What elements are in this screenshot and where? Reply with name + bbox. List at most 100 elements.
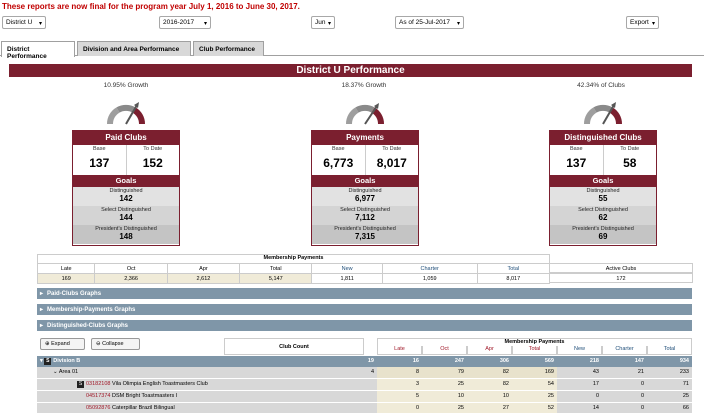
club-id-link[interactable]: 05092876 (86, 405, 110, 411)
goal-label: Select Distinguished (578, 207, 628, 213)
cell-club-count: 19 (367, 358, 374, 364)
cell-charter: 0 (640, 381, 644, 387)
chevron-down-icon[interactable]: ▾ (40, 358, 43, 364)
cell-grand-total: 66 (682, 405, 689, 411)
cell-charter: 0 (640, 393, 644, 399)
value-late: 169 (36, 273, 96, 284)
paid-clubs-gauge-icon (106, 102, 146, 125)
section-label: Membership-Payments Graphs (47, 307, 136, 313)
value-new: 1,811 (311, 273, 383, 284)
goal-value: 6,977 (354, 194, 376, 203)
distinguished-clubs-graphs-toggle[interactable]: ▸ Distinguished-Clubs Graphs (37, 320, 692, 331)
export-select[interactable]: Export ▾ (626, 16, 659, 29)
year-select[interactable]: 2016-2017 ▾ (159, 16, 211, 29)
tab-club-performance[interactable]: Club Performance (193, 41, 264, 56)
cell-apr: 306 (499, 358, 509, 364)
grid-membership-header: Membership Payments Late Oct Apr Total N… (377, 338, 692, 355)
final-report-notice: These reports are now final for the prog… (2, 2, 300, 11)
club-name: Caterpillar Brazil Bilingual (112, 405, 175, 411)
goal-label: Distinguished (586, 188, 620, 194)
goal-label: President's Distinguished (334, 226, 396, 232)
todate-value: 8,017 (376, 156, 407, 170)
card-title: Paid Clubs (73, 131, 179, 145)
area-name: Area 01 (58, 369, 79, 375)
expand-button[interactable]: ⊕ Expand (40, 338, 85, 350)
grid-col-oct: Oct (422, 346, 467, 355)
cell-apr: 27 (467, 403, 512, 413)
goal-label: Select Distinguished (340, 207, 390, 213)
base-label: Base (569, 146, 583, 152)
grid-col-charter: Charter (602, 346, 647, 355)
cell-new: 218 (589, 358, 599, 364)
club-name: Vila Olimpia English Toastmasters Club (112, 381, 208, 387)
club-id-link[interactable]: 03182108 (86, 381, 110, 387)
division-row[interactable]: ▾ S Division B 19 16 247 306 569 218 147 … (37, 356, 692, 367)
col-header-total: Total (239, 263, 313, 274)
cell-charter: 0 (640, 405, 644, 411)
cell-late: 16 (412, 358, 419, 364)
goal-label: Select Distinguished (101, 207, 151, 213)
todate-label: To Date (382, 146, 402, 152)
status-badge: S (77, 381, 84, 388)
district-select-value: District U (6, 19, 33, 26)
cell-new: 17 (592, 381, 599, 387)
cell-oct: 247 (454, 358, 464, 364)
goal-label: President's Distinguished (95, 226, 157, 232)
page-title: District U Performance (9, 64, 692, 77)
membership-payments-title: Membership Payments (37, 254, 550, 263)
membership-payments-graphs-toggle[interactable]: ▸ Membership-Payments Graphs (37, 304, 692, 315)
grid-membership-title: Membership Payments (377, 338, 692, 346)
cell-late: 3 (377, 379, 422, 390)
goal-label: Distinguished (348, 188, 382, 194)
col-header-charter: Charter (381, 263, 478, 274)
active-clubs-value: 172 (549, 273, 693, 283)
goal-value: 69 (598, 232, 608, 241)
asof-select[interactable]: As of 25-Jul-2017 ▾ (395, 16, 464, 29)
chevron-right-icon: ▸ (40, 323, 44, 329)
todate-label: To Date (143, 146, 163, 152)
goal-label: President's Distinguished (572, 226, 634, 232)
grid-col-new: New (557, 346, 602, 355)
section-label: Distinguished-Clubs Graphs (47, 323, 129, 329)
cell-grand-total: 25 (682, 393, 689, 399)
area-row[interactable]: ⌄ Area 01 4 8 79 82 169 43 21 233 (37, 367, 692, 378)
cell-apr: 82 (467, 367, 512, 378)
cell-total: 169 (512, 367, 557, 378)
district-select[interactable]: District U ▾ (2, 16, 46, 29)
goals-header: Goals (550, 175, 656, 187)
membership-payments-summary: Membership Payments Late Oct Apr Total N… (36, 254, 551, 284)
payments-card: Payments Base 6,773 To Date 8,017 Goals Di… (311, 130, 419, 246)
status-badge: S (44, 358, 52, 365)
col-header-grand-total: Total (476, 263, 551, 274)
cell-apr: 10 (467, 391, 512, 402)
cell-late: 8 (377, 367, 422, 378)
base-value: 137 (566, 156, 587, 170)
club-row[interactable]: 05092876 Caterpillar Brazil Bilingual 0 … (37, 403, 692, 413)
payments-growth: 18.37% Growth (341, 82, 387, 89)
col-header-oct: Oct (94, 263, 168, 274)
value-oct: 2,366 (94, 273, 168, 284)
grid-col-late: Late (377, 346, 422, 355)
club-id-link[interactable]: 04517374 (86, 393, 110, 399)
value-total: 5,147 (239, 273, 313, 284)
club-row[interactable]: 04517374 DSM Bright Toastmasters I 5 10 … (37, 391, 692, 402)
tab-district-performance[interactable]: District Performance (1, 41, 75, 60)
month-select[interactable]: Jun ▾ (311, 16, 335, 29)
goal-value: 142 (119, 194, 133, 203)
club-row[interactable]: S 03182108 Vila Olimpia English Toastmast… (37, 379, 692, 390)
chevron-down-icon[interactable]: ⌄ (53, 369, 58, 375)
club-name: DSM Bright Toastmasters I (112, 393, 178, 399)
tab-division-area-performance[interactable]: Division and Area Performance (77, 41, 191, 56)
collapse-button[interactable]: ⊖ Collapse (91, 338, 140, 350)
goal-value: 55 (598, 194, 608, 203)
paid-clubs-graphs-toggle[interactable]: ▸ Paid-Clubs Graphs (37, 288, 692, 299)
export-select-value: Export (630, 19, 649, 26)
base-label: Base (331, 146, 345, 152)
goal-value: 7,112 (355, 213, 375, 222)
cell-grand-total: 71 (682, 381, 689, 387)
chevron-down-icon: ▾ (38, 21, 42, 27)
todate-label: To Date (620, 146, 640, 152)
goal-label: Distinguished (109, 188, 143, 194)
col-header-apr: Apr (166, 263, 241, 274)
card-title: Distinguished Clubs (550, 131, 656, 145)
